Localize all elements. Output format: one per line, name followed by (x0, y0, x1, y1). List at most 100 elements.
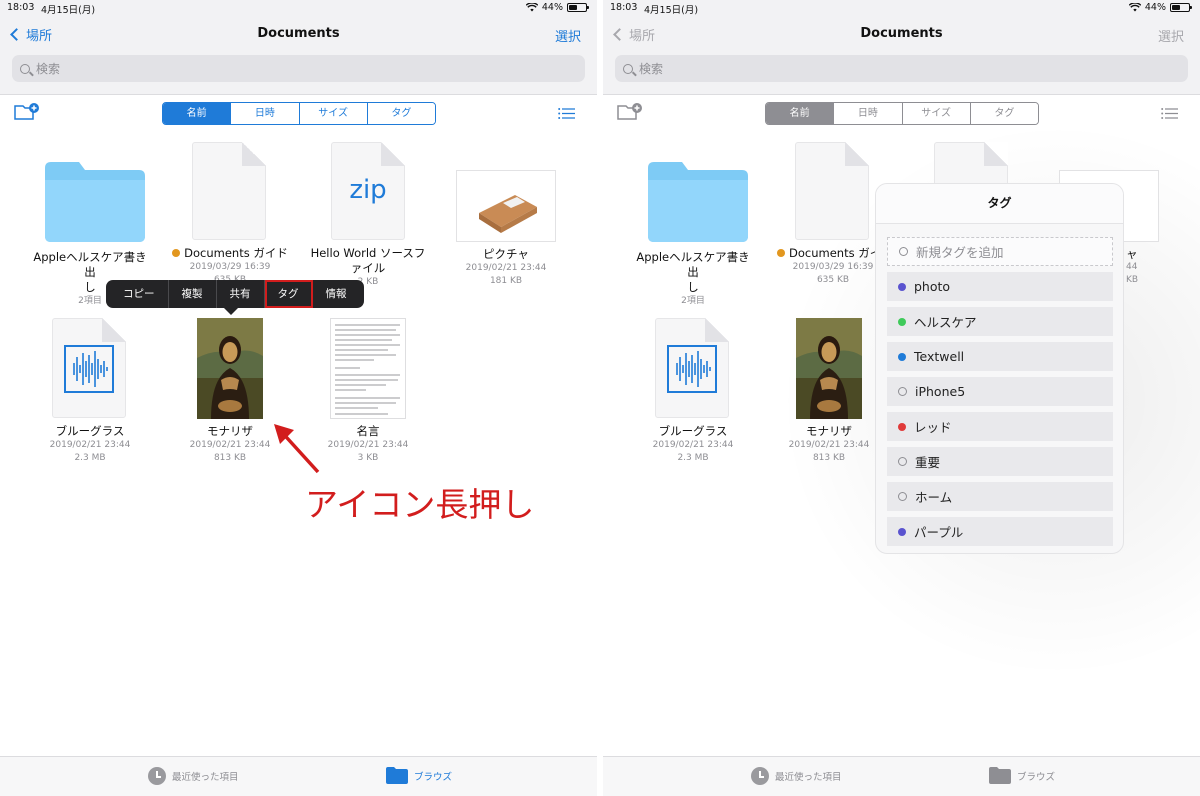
file-name: Documents ガイ (789, 246, 882, 260)
list-view-icon[interactable] (558, 108, 575, 119)
sort-by-tag[interactable]: タグ (367, 103, 435, 124)
document-icon (795, 142, 869, 240)
search-placeholder: 検索 (36, 62, 61, 76)
folder-icon (386, 767, 408, 784)
tab-recent-label: 最近使った項目 (775, 772, 842, 783)
file-item-monalisa[interactable]: モナリザ 2019/02/21 23:44 813 KB (769, 318, 889, 465)
file-item-documents-guide[interactable]: Documents ガイド 2019/03/29 16:39 635 KB (170, 142, 290, 287)
new-folder-icon[interactable] (14, 102, 40, 122)
tab-browse-label: ブラウズ (414, 771, 453, 783)
file-date: 2019/02/21 23:44 (788, 440, 870, 450)
page-title: Documents (257, 26, 340, 41)
file-name: ブルーグラス (658, 424, 728, 438)
sort-by-date[interactable]: 日時 (834, 103, 903, 124)
tab-browse[interactable]: ブラウズ (386, 767, 452, 784)
sort-by-name[interactable]: 名前 (766, 103, 835, 124)
tag-color-dot (898, 387, 907, 396)
tag-dot (172, 249, 181, 257)
header: 18:03 4月15日(月) 44% 場所 Documents 選択 検索 (0, 0, 597, 95)
tab-recent-label: 最近使った項目 (172, 772, 239, 783)
audio-file-icon (655, 318, 729, 418)
file-item-picture[interactable]: ピクチャ 2019/02/21 23:44 181 KB (446, 170, 566, 288)
file-size: 813 KB (812, 453, 846, 463)
file-date: 2019/02/21 23:44 (652, 440, 734, 450)
file-name: ピクチャ (483, 247, 529, 261)
file-item-hello-world[interactable]: zip Hello World ソースフ ァイル 2 KB (308, 142, 428, 289)
file-item-bluegrass[interactable]: ブルーグラス 2019/02/21 23:44 2.3 MB (633, 318, 753, 465)
tag-color-dot (898, 352, 906, 361)
file-name: Appleヘルスケア書き出 (636, 250, 750, 279)
tab-recent[interactable]: 最近使った項目 (751, 767, 842, 785)
tag-row-photo[interactable]: photo (887, 272, 1113, 301)
tag-label: レッド (914, 420, 952, 435)
browser-toolbar: 名前 日時 サイズ タグ (603, 102, 1200, 126)
monalisa-thumbnail (197, 318, 263, 419)
search-input[interactable]: 検索 (615, 55, 1188, 82)
search-input[interactable]: 検索 (12, 55, 585, 82)
tag-color-dot (898, 422, 906, 431)
clock-icon (751, 767, 769, 785)
tag-color-dot (898, 492, 907, 501)
tab-bar: 最近使った項目 ブラウズ (0, 756, 597, 796)
status-date: 4月15日(月) (644, 5, 699, 16)
zip-label: zip (349, 175, 387, 205)
context-menu-arrow (224, 308, 238, 315)
file-size: 181 KB (489, 276, 523, 286)
file-date: 2019/02/21 23:44 (465, 263, 547, 273)
list-view-icon[interactable] (1161, 108, 1178, 119)
package-icon (479, 195, 537, 233)
right-screen: 18:03 4月15日(月) 44% 場所 Documents 選択 検索 名前… (603, 0, 1200, 796)
tag-label: 重要 (915, 455, 941, 470)
tab-browse[interactable]: ブラウズ (989, 767, 1055, 784)
menu-share[interactable]: 共有 (217, 280, 265, 308)
tag-label: パープル (914, 525, 964, 540)
file-item-apple-health[interactable]: Appleヘルスケア書き出 し 2項目 (633, 162, 753, 308)
sort-by-name[interactable]: 名前 (163, 103, 232, 124)
new-folder-icon[interactable] (617, 102, 643, 122)
tag-row-purple[interactable]: パープル (887, 517, 1113, 546)
tag-row-textwell[interactable]: Textwell (887, 342, 1113, 371)
battery-percent: 44% (541, 2, 563, 13)
tag-row-healthcare[interactable]: ヘルスケア (887, 307, 1113, 336)
search-icon (623, 63, 633, 74)
wifi-icon (525, 3, 538, 12)
select-button[interactable]: 選択 (555, 26, 581, 45)
waveform-icon (64, 345, 114, 393)
tab-recent[interactable]: 最近使った項目 (148, 767, 239, 785)
left-screen: 18:03 4月15日(月) 44% 場所 Documents 選択 検索 名前… (0, 0, 597, 796)
tag-row-red[interactable]: レッド (887, 412, 1113, 441)
file-name-cont: し (687, 280, 699, 294)
tag-label: photo (914, 279, 951, 294)
menu-tag[interactable]: タグ (264, 280, 313, 308)
sort-control: 名前 日時 サイズ タグ (765, 102, 1039, 125)
add-tag-row[interactable]: 新規タグを追加 (887, 237, 1113, 266)
menu-copy[interactable]: コピー (110, 280, 169, 308)
file-item-bluegrass[interactable]: ブルーグラス 2019/02/21 23:44 2.3 MB (30, 318, 150, 465)
zip-file-icon: zip (331, 142, 405, 240)
partial-label: ャ (1126, 247, 1138, 261)
menu-duplicate[interactable]: 複製 (169, 280, 217, 308)
sort-by-date[interactable]: 日時 (231, 103, 300, 124)
menu-info[interactable]: 情報 (313, 280, 360, 308)
clock-icon (148, 767, 166, 785)
file-size: 2.3 MB (677, 453, 709, 463)
monalisa-thumbnail (796, 318, 862, 419)
status-bar: 18:03 4月15日(月) 44% (7, 2, 589, 16)
select-button[interactable]: 選択 (1158, 26, 1184, 45)
header: 18:03 4月15日(月) 44% 場所 Documents 選択 検索 (603, 0, 1200, 95)
tag-label: ヘルスケア (914, 315, 977, 330)
sort-by-size[interactable]: サイズ (299, 103, 368, 124)
tag-row-home[interactable]: ホーム (887, 482, 1113, 511)
popover-title: タグ (876, 184, 1123, 224)
context-menu: コピー 複製 共有 タグ 情報 (106, 280, 364, 308)
page-title: Documents (860, 26, 943, 41)
tag-row-iphone5[interactable]: iPhone5 (887, 377, 1113, 406)
sort-by-size[interactable]: サイズ (902, 103, 971, 124)
folder-icon (45, 162, 145, 242)
tag-label: Textwell (914, 349, 965, 364)
tag-row-important[interactable]: 重要 (887, 447, 1113, 476)
tag-color-dot (898, 527, 906, 536)
file-date: 2019/02/21 23:44 (49, 440, 131, 450)
file-name: Hello World ソースフ (310, 246, 426, 260)
file-size: 2.3 MB (74, 453, 106, 463)
